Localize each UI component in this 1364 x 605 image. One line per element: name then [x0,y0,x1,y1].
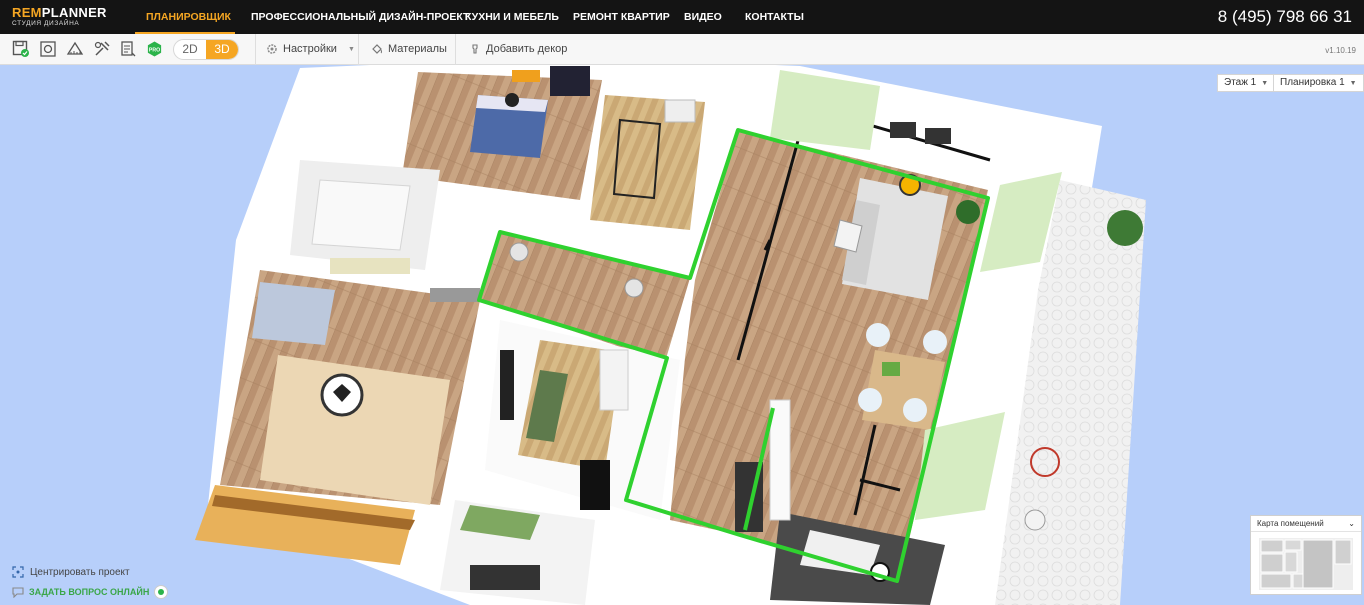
settings-label: Настройки [283,43,337,55]
ask-online-label: ЗАДАТЬ ВОПРОС ОНЛАЙН [29,587,150,597]
logo-brand-rem: REM [12,5,42,20]
toolbar-divider [358,34,359,65]
add-decor-button[interactable]: Добавить декор [469,43,567,55]
remplanner-logo[interactable]: REMPLANNER СТУДИЯ ДИЗАЙНА [12,6,116,27]
floor-select[interactable]: Этаж 1 ▼ [1217,74,1276,92]
paint-bucket-icon [372,44,382,54]
mode-3d-button[interactable]: 3D [206,40,238,59]
nav-design-project[interactable]: ПРОФЕССИОНАЛЬНЫЙ ДИЗАЙН-ПРОЕКТ [251,11,469,23]
nav-kitchens[interactable]: КУХНИ И МЕБЕЛЬ [465,11,559,23]
materials-button[interactable]: Материалы [371,43,447,55]
room-map-thumbnail[interactable] [1257,536,1355,592]
mode-2d-button[interactable]: 2D [174,40,206,59]
3d-viewport[interactable]: Этаж 1 ▼ Планировка 1 ▼ Центрировать проек… [0,65,1364,605]
bathroom-left [290,160,440,270]
center-project-button[interactable]: Центрировать проект [12,566,130,578]
chat-icon [12,586,24,598]
top-navigation: REMPLANNER СТУДИЯ ДИЗАЙНА ПЛАНИРОВЩИК ПР… [0,0,1364,34]
gear-icon [267,44,277,54]
pro-badge-icon[interactable]: PRO [146,40,163,58]
floor-plan-3d[interactable] [0,65,1364,605]
ask-online-button[interactable]: ЗАДАТЬ ВОПРОС ОНЛАЙН [12,585,169,599]
view-mode-toggle: 2D 3D [173,39,239,60]
nav-renovation[interactable]: РЕМОНТ КВАРТИР [573,11,670,23]
bathroom-top [590,95,705,230]
tools-icon[interactable] [93,40,111,58]
chevron-down-icon: ▼ [347,45,355,53]
layout-select[interactable]: Планировка 1 ▼ [1273,74,1364,92]
settings-button[interactable]: Настройки ▼ [266,43,355,55]
chevron-down-icon: ▼ [1261,80,1269,87]
pro-badge-label: PRO [149,47,160,53]
room-map-title: Карта помещений [1257,519,1324,528]
center-project-label: Центрировать проект [30,566,130,578]
center-target-icon [12,566,24,578]
toolbar: PRO 2D 3D Настройки ▼ Материалы Добавить… [0,34,1364,65]
screenshot-icon[interactable] [39,40,57,58]
chevron-down-icon: ▼ [1349,80,1357,87]
materials-label: Материалы [388,43,447,55]
layout-select-value: Планировка 1 [1280,77,1345,88]
nav-video[interactable]: ВИДЕО [684,11,722,23]
phone-number[interactable]: 8 (495) 798 66 31 [1218,7,1352,27]
chevron-down-icon[interactable]: ⌄ [1348,519,1355,528]
online-status-indicator [154,585,169,599]
toolbar-divider [255,34,256,65]
logo-subtitle: СТУДИЯ ДИЗАЙНА [12,20,80,27]
nav-contacts[interactable]: КОНТАКТЫ [745,11,804,23]
decor-icon [472,44,478,54]
toolbar-divider [455,34,456,65]
room-map[interactable]: Карта помещений ⌄ [1250,515,1362,595]
add-decor-label: Добавить декор [486,43,568,55]
version-label: v1.10.19 [1325,46,1356,55]
nav-planner[interactable]: ПЛАНИРОВЩИК [146,11,231,23]
floor-select-value: Этаж 1 [1224,77,1257,88]
measure-icon[interactable] [66,40,84,58]
save-icon[interactable] [12,40,30,58]
logo-brand-planner: PLANNER [41,5,107,20]
estimate-icon[interactable] [119,40,137,58]
